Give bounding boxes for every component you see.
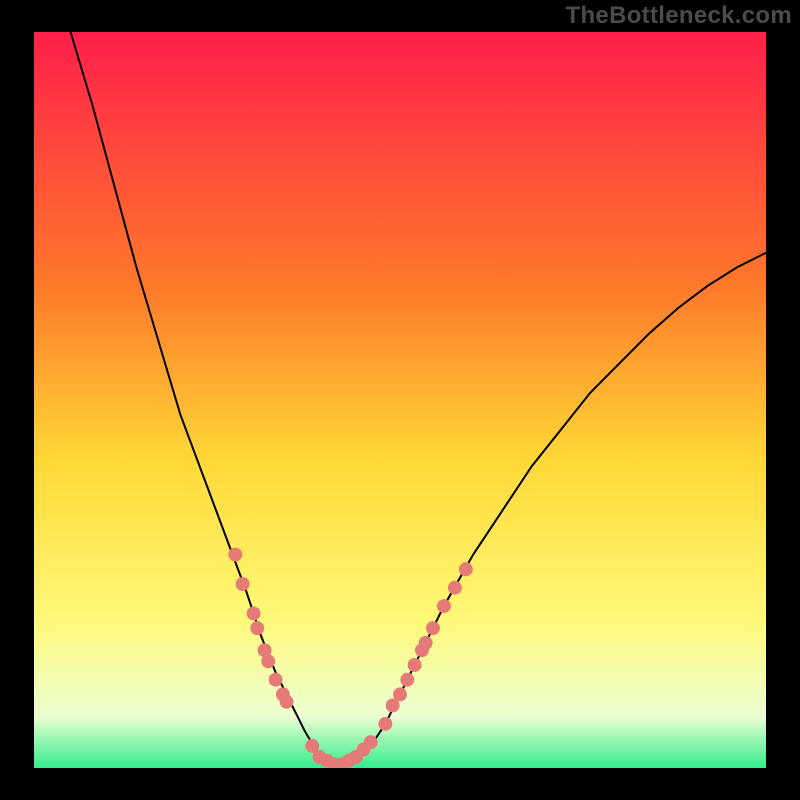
marker-dot — [250, 621, 264, 635]
marker-dot — [400, 673, 414, 687]
marker-dot — [408, 658, 422, 672]
marker-dot — [393, 687, 407, 701]
marker-dot — [459, 562, 473, 576]
marker-dot — [269, 673, 283, 687]
chart-frame: TheBottleneck.com — [0, 0, 800, 800]
marker-dot — [448, 581, 462, 595]
marker-dot — [228, 548, 242, 562]
marker-dot — [261, 654, 275, 668]
marker-dot — [378, 717, 392, 731]
plot-area — [34, 32, 766, 768]
marker-dot — [426, 621, 440, 635]
marker-dot — [280, 695, 294, 709]
marker-dot — [364, 735, 378, 749]
marker-dot — [236, 577, 250, 591]
marker-dot — [247, 606, 261, 620]
gradient-background — [34, 32, 766, 768]
marker-dot — [419, 636, 433, 650]
marker-dot — [437, 599, 451, 613]
plot-svg — [34, 32, 766, 768]
watermark-text: TheBottleneck.com — [566, 2, 792, 30]
